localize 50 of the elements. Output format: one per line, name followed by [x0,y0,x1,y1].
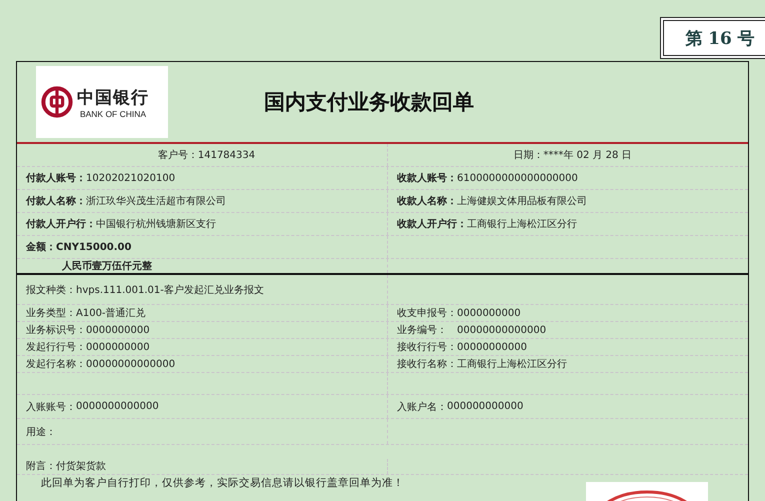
field-label: 收款人开户行： [397,217,467,231]
field-label: 收支申报号： [397,306,457,320]
field-value: 0000000000 [86,324,150,336]
field-value: 00000000000000 [457,324,546,336]
date-value: ****年 02 月 28 日 [543,149,632,162]
field-label: 业务标识号： [26,324,86,337]
field-value: 00000000000000 [86,358,176,370]
field-label: 业务编号： [397,324,448,337]
field-label: 付款人开户行： [26,217,96,231]
field-value: 工商银行上海松江区分行 [457,358,567,371]
field-value: 10202021020100 [86,172,176,184]
field-value: 6100000000000000000 [457,172,578,184]
customer-number-label: 客户号： [158,148,198,162]
field-value: 0000000000 [457,308,521,318]
receipt-number: 第 16 号 [660,17,765,59]
field-label: 发起行行号： [26,340,86,354]
field-value: 付货架货款 [56,460,106,473]
field-label: 入账账号： [26,400,76,414]
field-value: 中国银行杭州钱塘新区支行 [96,218,216,231]
field-label: 报文种类： [26,284,76,296]
field-label: 接收行行号： [397,340,457,354]
field-value: 0000000000 [86,342,150,352]
customer-number: 141784334 [198,150,256,160]
receipt-title: 国内支付业务收款回单 [264,88,474,116]
field-value: 浙江玖华兴茂生活超市有限公司 [86,194,226,208]
field-label: 发起行名称： [26,358,86,371]
amount-label: 金额： [26,240,56,254]
field-label: 收款人账号： [397,172,457,185]
field-value: A100-普通汇兑 [76,306,146,320]
field-label: 入账户名： [397,400,447,414]
bank-logo-icon [41,86,73,118]
field-label: 用途： [26,426,56,438]
date-label: 日期： [513,148,544,162]
field-value: 0000000000000 [76,401,159,412]
field-value: 00000000000 [457,342,527,352]
logo-name: 中国银行 [77,86,149,108]
field-label: 付款人账号： [26,172,86,185]
field-value: 工商银行上海松江区分行 [467,218,577,231]
field-label: 收款人名称： [397,194,457,208]
amount-value: CNY15000.00 [56,242,132,252]
field-label: 付款人名称： [26,194,86,208]
field-value: 000000000000 [447,401,524,412]
field-value: hvps.111.001.01-客户发起汇兑业务报文 [76,284,264,296]
amount-in-words: 人民币壹万伍仟元整 [62,260,152,273]
field-value: 上海健娱文体用品板有限公司 [457,194,587,208]
logo-name-english: BANK OF CHINA [80,108,146,118]
disclaimer-text: 此回单为客户自行打印，仅供参考，实际交易信息请以银行盖章回单为准！ [41,476,405,490]
field-label: 业务类型： [26,306,76,320]
field-label: 接收行名称： [397,358,457,371]
field-label: 附言： [26,460,56,473]
